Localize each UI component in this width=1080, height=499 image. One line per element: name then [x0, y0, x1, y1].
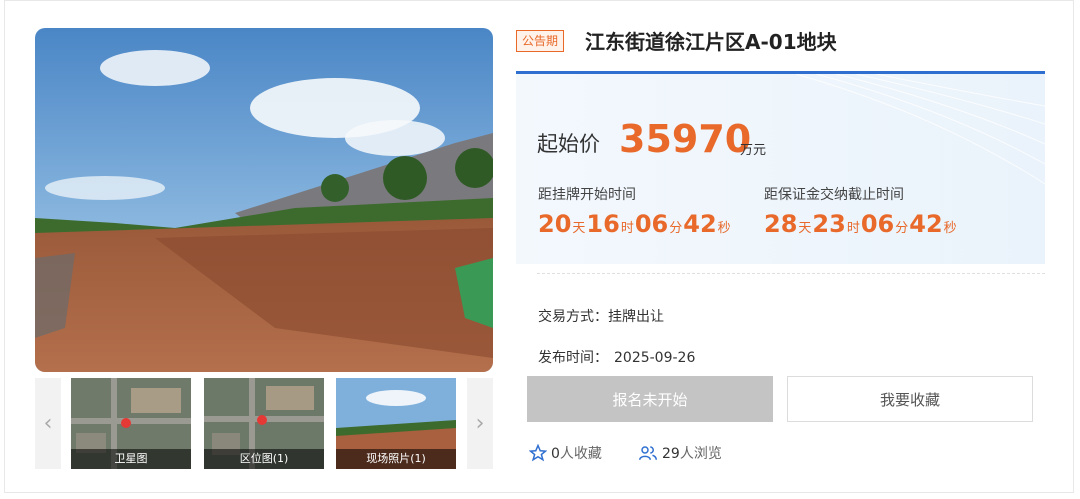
countdown-listing-label: 距挂牌开始时间: [538, 187, 636, 203]
prev-arrow-icon[interactable]: ‹: [35, 378, 61, 469]
thumbnail-caption: 现场照片(1): [336, 449, 456, 469]
site-photo-image: [35, 28, 493, 372]
trade-method-label: 交易方式：: [538, 309, 608, 325]
unit-minute: 分: [895, 221, 909, 236]
countdown-deposit: 28天23时06分42秒: [764, 210, 958, 238]
divider: [537, 273, 1045, 274]
thumbnail-caption: 卫星图: [71, 449, 191, 469]
next-arrow-icon[interactable]: ›: [467, 378, 493, 469]
status-badge: 公告期: [516, 30, 565, 52]
countdown-deposit-label: 距保证金交纳截止时间: [764, 187, 904, 203]
thumbnail-strip: ‹ 卫星图 区位图(1) 现场照片(1) ›: [35, 378, 493, 469]
signup-button[interactable]: 报名未开始: [527, 376, 773, 422]
publish-time-value: 2025-09-26: [614, 350, 696, 366]
unit-second: 秒: [717, 221, 731, 236]
views-stat: 29人浏览: [638, 443, 722, 463]
thumbnail-caption: 区位图(1): [204, 449, 324, 469]
unit-minute: 分: [669, 221, 683, 236]
views-count: 29: [662, 446, 680, 462]
views-label: 人浏览: [679, 446, 722, 462]
price-label: 起始价: [537, 132, 600, 156]
countdown-days: 20: [538, 210, 572, 238]
unit-hour: 时: [620, 221, 634, 236]
countdown-days: 28: [764, 210, 798, 238]
publish-time: 发布时间： 2025-09-26: [538, 347, 695, 367]
page-title: 江东街道徐江片区A-01地块: [585, 30, 837, 54]
publish-time-label: 发布时间：: [538, 350, 608, 366]
countdown-hours: 16: [586, 210, 620, 238]
countdown-minutes: 06: [634, 210, 669, 238]
countdown-listing: 20天16时06分42秒: [538, 210, 732, 238]
main-photo[interactable]: [35, 28, 493, 372]
unit-hour: 时: [846, 221, 860, 236]
favorites-label: 人收藏: [559, 446, 602, 462]
thumbnail-site-photo[interactable]: 现场照片(1): [336, 378, 456, 469]
unit-day: 天: [798, 221, 812, 236]
starting-price: 35970: [619, 117, 752, 161]
countdown-seconds: 42: [683, 210, 717, 238]
countdown-seconds: 42: [909, 210, 943, 238]
trade-method-value: 挂牌出让: [608, 309, 664, 325]
unit-day: 天: [572, 221, 586, 236]
favorite-button[interactable]: 我要收藏: [787, 376, 1033, 422]
unit-second: 秒: [943, 221, 957, 236]
users-icon: [639, 446, 657, 460]
star-icon: [529, 444, 547, 462]
countdown-hours: 23: [812, 210, 846, 238]
trade-method: 交易方式：挂牌出让: [538, 306, 664, 326]
thumbnail-location[interactable]: 区位图(1): [204, 378, 324, 469]
favorites-stat[interactable]: 0人收藏: [529, 443, 602, 463]
countdown-minutes: 06: [860, 210, 895, 238]
price-unit: 万元: [740, 143, 767, 158]
thumbnail-satellite[interactable]: 卫星图: [71, 378, 191, 469]
favorites-count: 0: [551, 446, 560, 462]
